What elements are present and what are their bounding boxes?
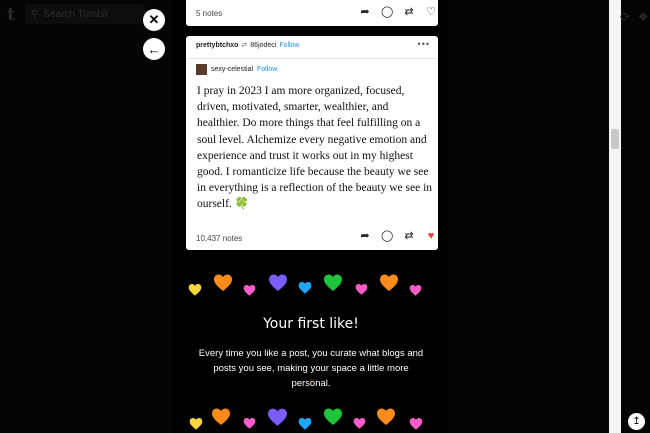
reblogger-name[interactable]: prettybtchxo	[196, 42, 238, 49]
share-icon[interactable]: ➦	[359, 6, 371, 18]
search-icon: ⚲	[31, 8, 39, 20]
post-card: prettybtchxo ⇄ 86jodeci Follow ••• sexy-…	[186, 36, 438, 250]
post-text: I pray in 2023 I am more organized, focu…	[197, 83, 433, 213]
reply-icon[interactable]: ◯	[381, 230, 393, 242]
reply-icon[interactable]: ◯	[381, 6, 393, 18]
heart-icon	[376, 407, 396, 427]
notes-count[interactable]: 10,437 notes	[196, 234, 242, 243]
heart-icon	[323, 407, 343, 427]
arrow-up-icon: ↥	[632, 416, 641, 427]
heart-icon	[298, 281, 312, 295]
scrollbar-thumb[interactable]	[611, 129, 619, 149]
page-scrollbar[interactable]	[609, 0, 621, 433]
close-icon: ✕	[148, 12, 160, 27]
heart-icon	[188, 283, 202, 297]
reblog-icon[interactable]: ⇄	[403, 230, 415, 242]
search-input[interactable]: ⚲ Search Tumblr	[25, 4, 145, 24]
heart-icon	[189, 417, 203, 431]
dim-nav-icon: ❖	[638, 10, 649, 24]
heart-icon	[323, 273, 343, 293]
tumblr-logo: t	[7, 4, 16, 25]
heart-icon	[355, 283, 368, 296]
heart-icon	[409, 284, 422, 297]
heart-icon	[243, 417, 256, 430]
heart-icon	[267, 407, 288, 428]
divider	[186, 58, 438, 59]
small-heart-icon: ♡	[308, 379, 315, 386]
clover-emoji: 🍀	[234, 198, 250, 211]
heart-icon	[211, 407, 231, 427]
heart-icon	[213, 273, 233, 293]
post-header: prettybtchxo ⇄ 86jodeci Follow	[196, 41, 300, 50]
search-placeholder: Search Tumblr	[43, 8, 109, 20]
close-button[interactable]: ✕	[143, 9, 165, 31]
reblog-icon[interactable]: ⇄	[403, 6, 415, 18]
source-blog-name[interactable]: sexy-celestial	[211, 66, 253, 73]
notes-count[interactable]: 5 notes	[196, 9, 222, 18]
follow-button[interactable]: Follow	[279, 42, 299, 49]
dim-nav-icon: ⟳	[620, 10, 631, 24]
scroll-to-top-button[interactable]: ↥	[628, 413, 645, 430]
more-options-icon[interactable]: •••	[418, 39, 430, 49]
back-arrow-icon: ←	[147, 41, 161, 57]
share-icon[interactable]: ➦	[359, 230, 371, 242]
heart-icon	[268, 273, 288, 293]
post-text-content: I pray in 2023 I am more organized, focu…	[197, 85, 433, 211]
avatar[interactable]	[196, 64, 207, 75]
heart-icon	[243, 284, 256, 297]
reblogged-from-name[interactable]: 86jodeci	[250, 42, 276, 49]
heart-icon	[409, 417, 423, 431]
source-blog: sexy-celestial Follow	[196, 64, 277, 75]
left-dimmed-backdrop	[0, 0, 172, 433]
liked-heart-icon[interactable]: ♥	[425, 230, 437, 242]
source-follow-button[interactable]: Follow	[257, 66, 277, 73]
like-icon[interactable]: ♡	[425, 6, 437, 18]
back-button[interactable]: ←	[143, 38, 165, 60]
heart-icon	[379, 273, 399, 293]
first-like-panel: Your first like! Every time you like a p…	[183, 262, 439, 433]
reblog-icon: ⇄	[241, 42, 248, 49]
previous-post-footer: 5 notes ➦ ◯ ⇄ ♡	[186, 0, 438, 26]
heart-icon	[353, 417, 366, 430]
promo-title: Your first like!	[263, 316, 359, 332]
heart-icon	[298, 417, 312, 431]
